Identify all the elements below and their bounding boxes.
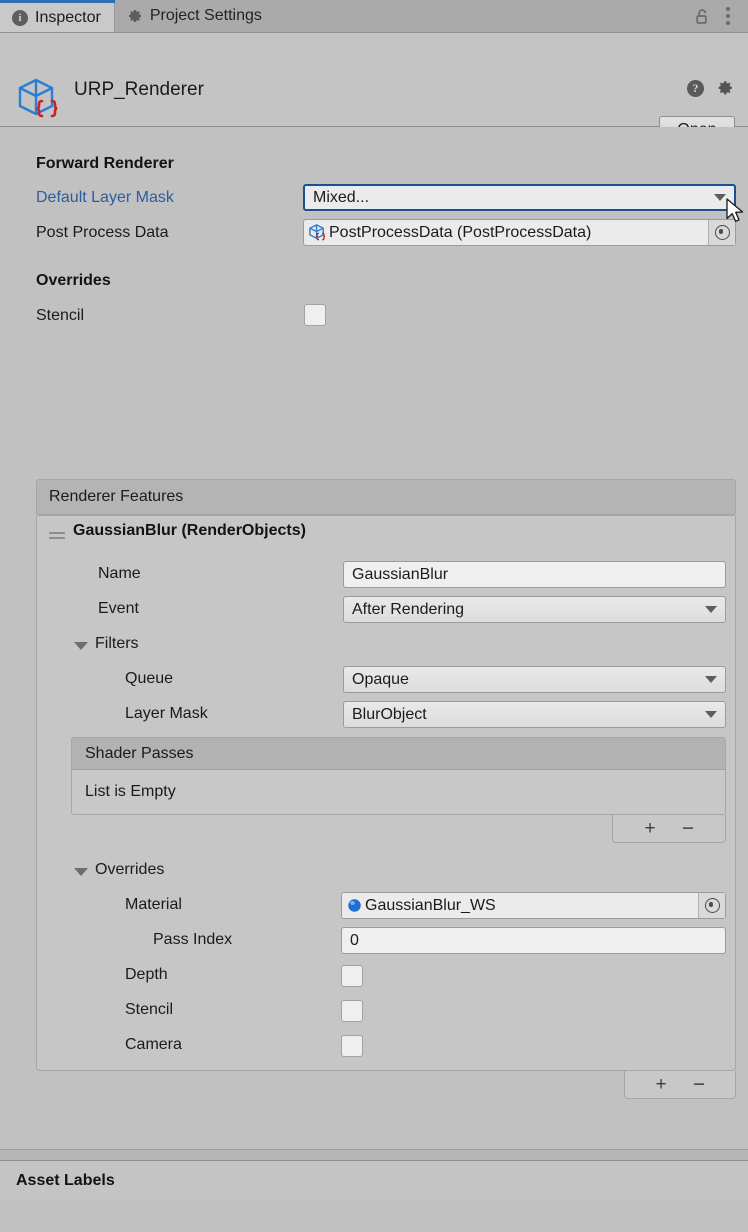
footer-divider — [0, 1149, 748, 1160]
shader-passes-header: Shader Passes — [72, 738, 725, 770]
pass-index-input[interactable]: 0 — [341, 927, 726, 954]
post-process-data-objectfield[interactable]: PostProcessData (PostProcessData) — [303, 219, 736, 246]
event-dropdown[interactable]: After Rendering — [343, 596, 726, 623]
shader-passes-add-remove-bar: + − — [612, 815, 726, 843]
queue-value: Opaque — [352, 670, 409, 688]
object-picker-icon[interactable] — [708, 220, 735, 245]
forward-renderer-heading: Forward Renderer — [36, 155, 174, 172]
asset-labels-bar[interactable]: Asset Labels — [0, 1160, 748, 1200]
chevron-down-icon — [705, 676, 717, 683]
renderer-features-add-button[interactable]: + — [650, 1075, 672, 1094]
camera-checkbox[interactable] — [341, 1035, 363, 1057]
page-title: URP_Renderer — [74, 79, 204, 100]
renderer-features-remove-button[interactable]: − — [688, 1074, 710, 1095]
kebab-menu-icon[interactable] — [720, 7, 736, 25]
material-label: Material — [125, 896, 182, 913]
post-process-data-label: Post Process Data — [36, 224, 169, 241]
chevron-down-icon — [705, 711, 717, 718]
layer-mask-label: Layer Mask — [125, 705, 208, 722]
feature-stencil-label: Stencil — [125, 1001, 174, 1018]
renderer-features-add-remove-bar: + − — [624, 1071, 736, 1099]
pass-index-label: Pass Index — [153, 931, 233, 948]
event-label: Event — [98, 600, 139, 617]
shader-passes-remove-button[interactable]: − — [677, 818, 699, 839]
filters-foldout-arrow[interactable] — [74, 642, 88, 650]
layer-mask-value: BlurObject — [352, 705, 427, 723]
default-layer-mask-label[interactable]: Default Layer Mask — [36, 189, 174, 207]
stencil-label: Stencil — [36, 307, 85, 324]
editor-tab-bar: i Inspector Project Settings — [0, 0, 748, 33]
tab-inspector[interactable]: i Inspector — [0, 0, 115, 32]
scriptable-object-icon — [14, 77, 62, 125]
feature-overrides-foldout-arrow[interactable] — [74, 868, 88, 876]
feature-stencil-checkbox[interactable] — [341, 1000, 363, 1022]
depth-label: Depth — [125, 966, 168, 983]
stencil-checkbox[interactable] — [304, 304, 326, 326]
event-value: After Rendering — [352, 600, 465, 618]
chevron-down-icon — [705, 606, 717, 613]
name-label: Name — [98, 565, 141, 582]
overrides-heading: Overrides — [36, 272, 111, 289]
tab-project-settings[interactable]: Project Settings — [115, 0, 276, 32]
scriptable-object-icon — [308, 223, 327, 242]
object-picker-icon[interactable] — [698, 893, 725, 918]
tab-bar-actions — [695, 0, 748, 32]
post-process-data-value: PostProcessData (PostProcessData) — [329, 223, 592, 241]
material-objectfield[interactable]: GaussianBlur_WS — [341, 892, 726, 919]
camera-label: Camera — [125, 1036, 182, 1053]
shader-passes-add-button[interactable]: + — [639, 819, 661, 838]
renderer-feature-title: GaussianBlur (RenderObjects) — [73, 522, 306, 539]
filters-label[interactable]: Filters — [95, 635, 139, 653]
drag-handle-icon[interactable] — [49, 532, 65, 541]
renderer-features-box: Renderer Features — [36, 479, 736, 516]
chevron-down-icon — [714, 194, 726, 201]
depth-checkbox[interactable] — [341, 965, 363, 987]
default-layer-mask-dropdown[interactable]: Mixed... — [303, 184, 736, 211]
object-header-actions: ? — [687, 79, 734, 97]
inspector-body: Forward Renderer Default Layer Mask Mixe… — [0, 127, 748, 1200]
lock-open-icon[interactable] — [695, 8, 710, 25]
tab-inspector-label: Inspector — [35, 8, 101, 26]
layer-mask-dropdown[interactable]: BlurObject — [343, 701, 726, 728]
pass-index-value: 0 — [350, 931, 359, 949]
info-icon: i — [12, 9, 28, 26]
queue-dropdown[interactable]: Opaque — [343, 666, 726, 693]
object-header: URP_Renderer ? Open — [0, 33, 748, 144]
name-input-value: GaussianBlur — [352, 565, 449, 583]
gear-icon — [127, 8, 143, 24]
feature-overrides-label[interactable]: Overrides — [95, 861, 164, 879]
name-input[interactable]: GaussianBlur — [343, 561, 726, 588]
help-icon[interactable]: ? — [687, 79, 704, 97]
renderer-features-header: Renderer Features — [37, 480, 735, 515]
tab-project-settings-label: Project Settings — [149, 7, 262, 24]
shader-passes-list: Shader Passes List is Empty — [71, 737, 726, 815]
material-sphere-icon — [346, 897, 363, 914]
material-value: GaussianBlur_WS — [365, 896, 496, 914]
shader-passes-empty-text: List is Empty — [85, 783, 176, 800]
default-layer-mask-value: Mixed... — [313, 188, 370, 206]
queue-label: Queue — [125, 670, 174, 687]
gear-icon[interactable] — [716, 79, 734, 97]
